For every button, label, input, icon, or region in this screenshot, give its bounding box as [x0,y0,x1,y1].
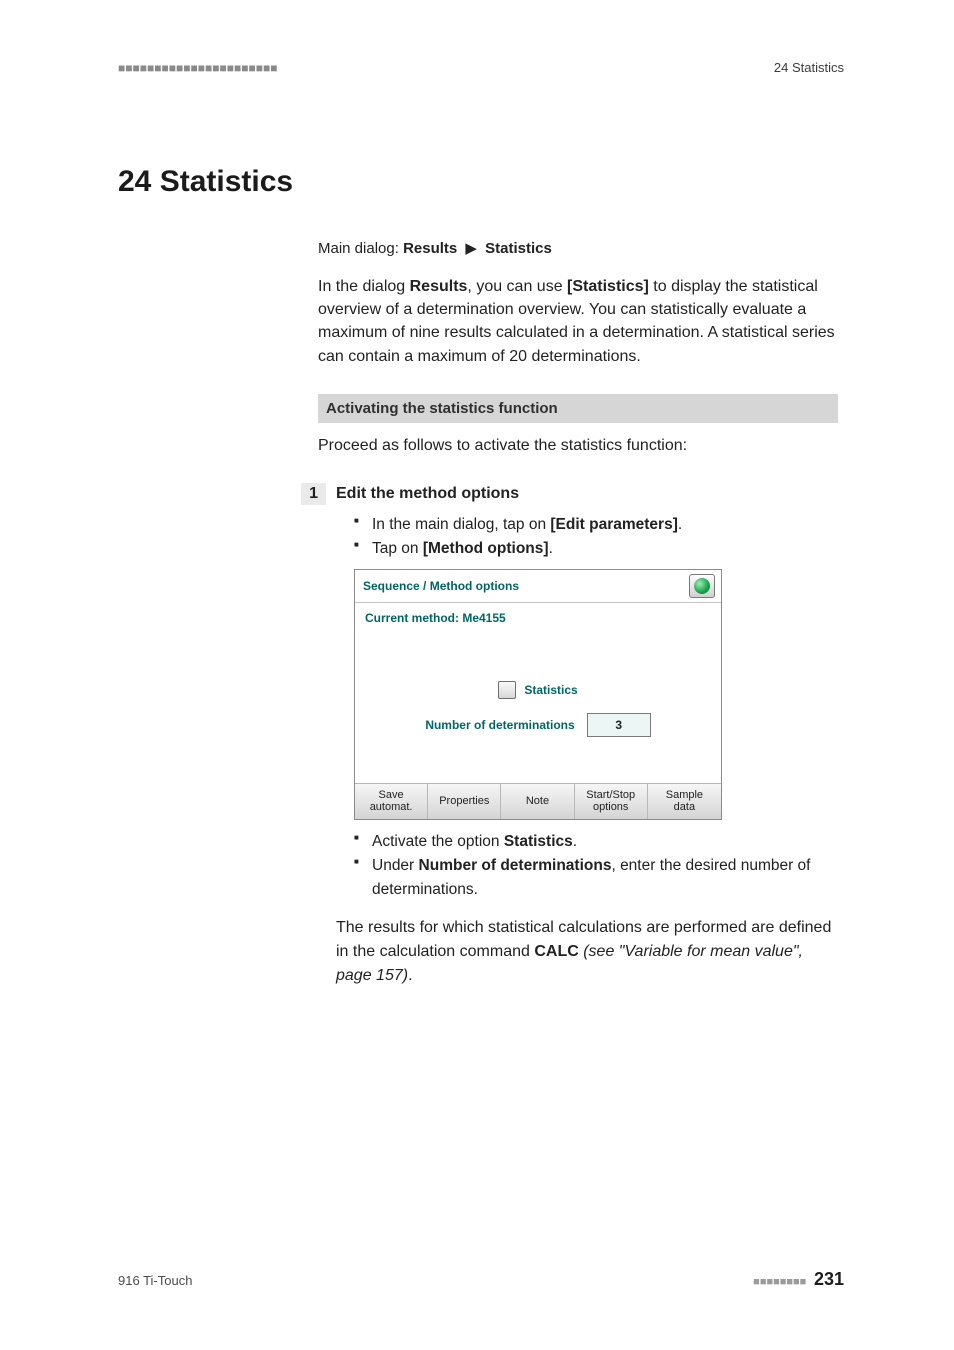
statistics-checkbox[interactable] [498,681,516,699]
intro-statistics-bracket: [Statistics] [567,278,649,295]
intro-text: In the dialog [318,278,410,295]
start-stop-options-button[interactable]: Start/Stop options [575,784,648,819]
li-dot: . [549,540,553,557]
footer-right: ■■■■■■■■ 231 [753,1269,844,1290]
breadcrumb-arrow-icon: ▶ [461,240,481,257]
chapter-title: 24 Statistics [118,165,844,199]
footer-dashes: ■■■■■■■■ [753,1276,806,1288]
section-heading-bar: Activating the statistics function [318,394,838,423]
page-header: ■■■■■■■■■■■■■■■■■■■■■■ 24 Statistics [118,60,844,75]
step-title: Edit the method options [336,485,838,503]
dialog-title-text: Sequence / Method options [363,579,519,593]
step-number-wrap: 1 [298,483,336,988]
li-text: Tap on [372,540,423,557]
closing-calc: CALC [534,943,578,960]
num-determinations-field[interactable]: 3 [587,713,651,737]
closing-paragraph: The results for which statistical calcul… [336,916,838,988]
breadcrumb-results: Results [403,240,457,257]
li-edit-parameters: [Edit parameters] [550,516,677,533]
li-dot: . [573,833,577,850]
step-body: Edit the method options In the main dial… [336,483,838,988]
list-item: In the main dialog, tap on [Edit paramet… [354,513,838,537]
li-text: In the main dialog, tap on [372,516,550,533]
num-determinations-label: Number of determinations [425,718,574,732]
closing-dot: . [408,967,412,984]
intro-results: Results [410,278,468,295]
li-text: Under [372,857,419,874]
section-lead: Proceed as follows to activate the stati… [318,437,838,455]
li-text: Activate the option [372,833,504,850]
note-button[interactable]: Note [501,784,574,819]
breadcrumb-lead: Main dialog: [318,240,403,257]
home-button[interactable] [689,574,715,598]
home-icon [694,578,710,594]
step-1: 1 Edit the method options In the main di… [298,483,838,988]
list-item: Activate the option Statistics. [354,830,838,854]
dialog-footer-buttons: Save automat. Properties Note Start/Stop… [355,783,721,819]
content-area: Main dialog: Results ▶ Statistics In the… [318,239,838,988]
intro-text-2: , you can use [467,278,567,295]
properties-button[interactable]: Properties [428,784,501,819]
list-item: Under Number of determinations, enter th… [354,854,838,902]
li-dot: . [678,516,682,533]
statistics-checkbox-row: Statistics [365,681,711,699]
li-num-determinations: Number of determinations [419,857,612,874]
header-chapter: 24 Statistics [774,60,844,75]
sample-data-button[interactable]: Sample data [648,784,721,819]
li-statistics-option: Statistics [504,833,573,850]
li-method-options: [Method options] [423,540,549,557]
step-number: 1 [301,483,326,505]
dialog-titlebar: Sequence / Method options [355,570,721,603]
dialog-body: Current method: Me4155 Statistics Number… [355,603,721,783]
current-method-label: Current method: Me4155 [365,611,711,625]
page-footer: 916 Ti-Touch ■■■■■■■■ 231 [118,1269,844,1290]
intro-paragraph: In the dialog Results, you can use [Stat… [318,275,838,368]
post-dialog-bullet-list: Activate the option Statistics. Under Nu… [354,830,838,902]
step-bullet-list: In the main dialog, tap on [Edit paramet… [354,513,838,561]
page-number: 231 [814,1269,844,1289]
header-dashes: ■■■■■■■■■■■■■■■■■■■■■■ [118,61,277,75]
statistics-checkbox-label: Statistics [524,683,577,697]
num-determinations-row: Number of determinations 3 [365,713,711,737]
breadcrumb: Main dialog: Results ▶ Statistics [318,239,838,257]
save-automat-button[interactable]: Save automat. [355,784,428,819]
list-item: Tap on [Method options]. [354,537,838,561]
breadcrumb-statistics: Statistics [485,240,552,257]
method-options-dialog: Sequence / Method options Current method… [354,569,722,820]
footer-model: 916 Ti-Touch [118,1273,192,1288]
